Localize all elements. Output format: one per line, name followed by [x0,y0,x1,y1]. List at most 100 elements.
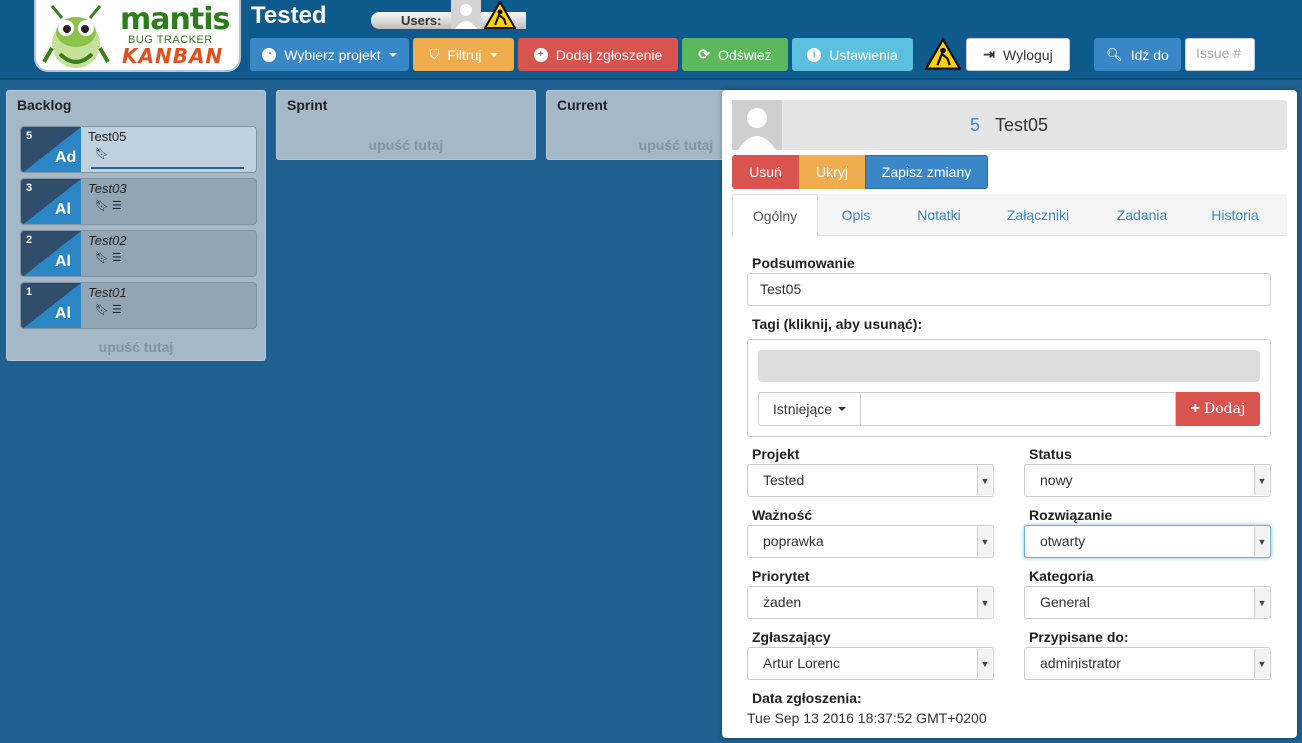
caret-down-icon [388,52,397,57]
bookmark-icon: 🔖︎ [95,304,109,316]
settings-button[interactable]: i Ustawienia [792,38,913,71]
list-icon: ☰ [111,304,122,316]
chevron-down-icon: ▼ [1254,588,1269,617]
go-to-button[interactable]: 🔍︎ Idź do [1094,38,1181,71]
bookmark-icon: 🔖︎ [95,200,109,212]
dashboard-icon: ◔ [262,47,277,62]
chevron-down-icon: ▼ [977,527,992,556]
category-select[interactable]: General ▼ [1024,586,1271,619]
user-silhouette-icon [451,0,481,29]
user-avatar[interactable] [451,0,481,29]
logout-label: Wyloguj [1003,46,1053,63]
logout-button[interactable]: ⇥ Wyloguj [966,38,1070,71]
category-label: Kategoria [1029,568,1094,584]
go-to-label: Idź do [1130,46,1169,63]
card-assignee-abbr: Al [55,305,71,322]
card-issue-5[interactable]: 5 Ad Test05 🔖︎ [20,126,257,173]
issue-number-input[interactable]: Issue # [1185,38,1255,71]
severity-select[interactable]: poprawka ▼ [747,525,994,558]
reporter-avatar [732,100,782,150]
card-progress-bar [91,167,244,169]
issue-header: 5 Test05 [732,100,1287,150]
add-tag-button[interactable]: + Dodaj [1176,392,1260,426]
users-box: Users: [371,0,526,29]
tab-description[interactable]: Opis [826,194,886,236]
tab-tasks[interactable]: Zadania [1100,194,1184,236]
save-changes-button[interactable]: Zapisz zmiany [865,155,988,189]
plus-icon: + [1190,400,1201,417]
hide-button[interactable]: Ukryj [799,155,865,189]
chevron-down-icon: ▼ [977,588,992,617]
mantis-kanban-logo[interactable]: mantis BUG TRACKER KANBAN [34,0,241,72]
choose-project-button[interactable]: ◔ Wybierz projekt [250,38,409,71]
assigned-value: administrator [1040,655,1121,671]
resolution-select[interactable]: otwarty ▼ [1024,525,1271,558]
logout-icon: ⇥ [983,46,996,62]
priority-value: żaden [763,594,802,610]
list-icon: ☰ [111,252,122,264]
date-submitted-label: Data zgłoszenia: [752,690,862,706]
status-select[interactable]: nowy ▼ [1024,464,1271,497]
status-label: Status [1029,446,1072,462]
resolution-value: otwarty [1040,533,1086,549]
drop-zone-label[interactable]: upuść tutaj [277,137,535,153]
reporter-select[interactable]: Artur Lorenc ▼ [747,647,994,680]
refresh-button[interactable]: ⟳ Odśwież [682,38,788,71]
project-title: Tested [251,2,327,29]
search-icon: 🔍︎ [1106,46,1123,62]
card-title: Test01 [88,285,127,300]
card-id: 3 [26,182,33,194]
card-id: 1 [26,286,33,298]
category-value: General [1040,594,1090,610]
list-icon: ☰ [111,200,122,212]
status-value: nowy [1040,472,1073,488]
card-issue-1[interactable]: 1 Al Test01 🔖︎ ☰ [20,282,257,329]
card-issue-2[interactable]: 2 Al Test02 🔖︎ ☰ [20,230,257,277]
project-label: Projekt [752,446,800,462]
card-assignee-abbr: Ad [55,149,77,166]
summary-label: Podsumowanie [752,255,855,271]
summary-input[interactable]: Test05 [747,273,1271,306]
project-select[interactable]: Tested ▼ [747,464,994,497]
detail-tabs: Ogólny Opis Notatki Załączniki Zadania H… [732,194,1287,237]
tab-attachments[interactable]: Załączniki [992,194,1084,236]
card-id: 2 [26,234,33,246]
info-icon: i [807,47,822,62]
top-bar: mantis BUG TRACKER KANBAN Tested Users: … [0,0,1302,80]
choose-project-label: Wybierz projekt [284,46,381,63]
assigned-label: Przypisane do: [1029,629,1129,645]
assigned-select[interactable]: administrator ▼ [1024,647,1271,680]
drop-zone-label[interactable]: upuść tutaj [7,339,265,355]
card-id: 5 [26,130,33,142]
tags-label: Tagi (kliknij, aby usunąć): [752,316,923,332]
work-in-progress-icon[interactable] [484,1,516,29]
reporter-value: Artur Lorenc [763,655,841,671]
column-sprint[interactable]: Sprint upuść tutaj [276,90,536,160]
priority-label: Priorytet [752,568,810,584]
tab-notes[interactable]: Notatki [904,194,974,236]
tab-general[interactable]: Ogólny [732,194,818,237]
work-in-progress-icon [925,37,961,70]
chevron-down-icon: ▼ [1254,649,1269,678]
card-issue-3[interactable]: 3 Al Test03 🔖︎ ☰ [20,178,257,225]
chevron-down-icon: ▼ [1254,527,1269,556]
add-issue-button[interactable]: + Dodaj zgłoszenie [518,38,678,71]
severity-label: Ważność [752,507,813,523]
tags-list[interactable] [758,350,1260,382]
issue-detail-panel: 5 Test05 Usuń Ukryj Zapisz zmiany Ogólny… [722,90,1297,738]
delete-button[interactable]: Usuń [732,155,799,189]
tab-history[interactable]: Historia [1198,194,1272,236]
priority-select[interactable]: żaden ▼ [747,586,994,619]
tags-existing-dropdown[interactable]: Istniejące [758,392,861,426]
issue-id: 5 [970,115,981,135]
tag-input[interactable] [860,392,1176,426]
column-backlog[interactable]: Backlog 5 Ad Test05 🔖︎ 3 Al Test03 🔖︎ ☰ 2… [6,90,266,361]
tags-existing-label: Istniejące [772,401,833,417]
tags-box: Istniejące + Dodaj [747,339,1271,437]
add-issue-label: Dodaj zgłoszenie [555,46,663,63]
bookmark-icon: 🔖︎ [95,148,109,160]
logo-kanban: KANBAN [122,44,224,68]
card-title: Test02 [88,233,127,248]
caret-down-icon [489,52,498,57]
filter-button[interactable]: ⛉ Filtruj [413,38,514,71]
